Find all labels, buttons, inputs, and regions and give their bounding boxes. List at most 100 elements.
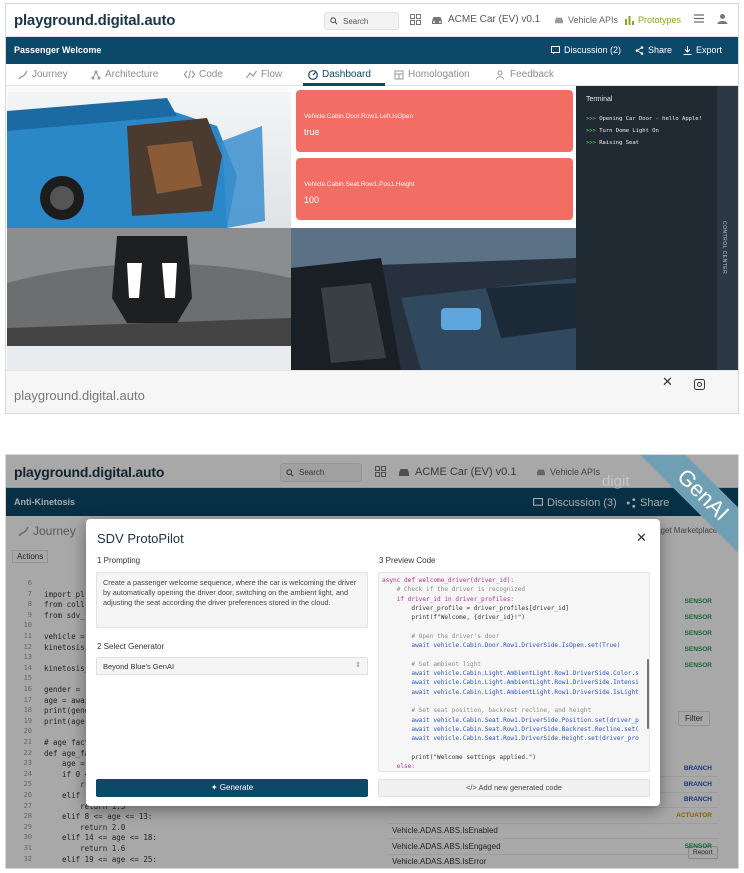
- tab-feedback[interactable]: Feedback: [496, 69, 554, 80]
- search-icon: [330, 17, 338, 25]
- car-icon: [431, 15, 443, 25]
- step-prompting-label: 1 Prompting: [97, 556, 141, 565]
- terminal-panel: Terminal >>> Opening Car Door - hello Ap…: [576, 86, 717, 370]
- dome-light-image: [7, 228, 291, 370]
- preview-code-line: # Set ambient light: [382, 660, 482, 668]
- signal-api-name: Vehicle.Cabin.Seat.Row1.Pos1.Height: [304, 181, 415, 188]
- tab-flow[interactable]: Flow: [246, 69, 282, 80]
- generate-button[interactable]: ✦ Generate: [96, 779, 368, 797]
- api-type-badge: BRANCH: [683, 780, 712, 788]
- api-type-badge: SENSOR: [684, 630, 712, 637]
- flow-icon: [246, 70, 257, 79]
- api-name: Vehicle.ADAS.ABS.IsError: [392, 857, 487, 866]
- architecture-icon: [91, 70, 101, 80]
- signal-value: 100: [304, 195, 320, 205]
- prototype-header: Passenger Welcome Discussion (2) Share E…: [6, 37, 738, 64]
- widget-settings-icon[interactable]: [694, 377, 705, 395]
- api-type-badge: SENSOR: [684, 662, 712, 669]
- api-type-badge: SENSOR: [684, 614, 712, 621]
- control-center-toggle[interactable]: CONTROL CENTER: [717, 86, 738, 370]
- api-row[interactable]: ACTUATOR: [388, 808, 718, 824]
- share-button[interactable]: Share: [635, 45, 672, 55]
- chat-icon: [551, 45, 560, 55]
- api-row[interactable]: Vehicle.ADAS.ABS.IsEnabled: [388, 823, 718, 839]
- sparkle-icon: ✦: [210, 783, 218, 792]
- scrollbar[interactable]: [647, 659, 649, 729]
- protopilot-screen: playground.digital.auto Search ACME Car …: [5, 454, 739, 869]
- api-type-badge: BRANCH: [683, 796, 712, 803]
- preview-code-line: # Open the driver's door: [382, 632, 500, 640]
- dashboard-footer: playground.digital.auto ✕: [6, 370, 738, 413]
- prototypes-link[interactable]: Prototypes: [625, 15, 681, 25]
- preview-code-line: # Check if the driver is recognized: [382, 586, 526, 594]
- tab-homologation[interactable]: Homologation: [394, 69, 470, 80]
- tab-code[interactable]: Code: [184, 69, 223, 80]
- download-icon: [683, 45, 692, 55]
- preview-code-line: await vehicle.Cabin.Light.AmbientLight.R…: [382, 670, 639, 677]
- homologation-icon: [394, 70, 404, 80]
- step-preview-label: 3 Preview Code: [379, 556, 436, 565]
- tab-journey[interactable]: Journey: [18, 69, 68, 80]
- preview-code-line: await vehicle.Cabin.Door.Row1.DriverSide…: [382, 642, 621, 650]
- share-icon: [635, 45, 644, 55]
- preview-code-line: print("Welcome settings applied."): [382, 753, 537, 761]
- discussion-button[interactable]: Discussion (2): [551, 45, 621, 55]
- brand-logo[interactable]: playground.digital.auto: [14, 12, 175, 29]
- close-icon[interactable]: ✕: [662, 374, 673, 390]
- preview-code-line: if driver_id in driver_profiles:: [382, 595, 515, 603]
- active-tab-indicator: [303, 83, 385, 86]
- car-exterior-image: [7, 86, 291, 228]
- chevron-updown-icon: ⇕: [355, 662, 361, 669]
- prompt-textarea[interactable]: Create a passenger welcome sequence, whe…: [96, 572, 368, 628]
- preview-code-line: await vehicle.Cabin.Light.AmbientLight.R…: [382, 688, 639, 696]
- signal-value: true: [304, 127, 320, 137]
- terminal-title: Terminal: [586, 96, 613, 103]
- tab-architecture[interactable]: Architecture: [91, 69, 158, 80]
- terminal-line: >>> Turn Dome Light On: [586, 128, 659, 134]
- generator-select[interactable]: Beyond Blue's GenAI ⇕: [96, 657, 368, 675]
- signal-card-seat-height: Vehicle.Cabin.Seat.Row1.Pos1.Height 100: [296, 158, 573, 220]
- watermark: digit: [602, 473, 630, 490]
- grid-icon[interactable]: [410, 14, 421, 25]
- preview-code-box[interactable]: async def welcome_driver(driver_id): # C…: [378, 572, 650, 772]
- car-model-selector[interactable]: ACME Car (EV) v0.1: [431, 14, 540, 25]
- api-type-badge: ACTUATOR: [676, 811, 712, 819]
- car-icon: [554, 16, 564, 24]
- api-name: Vehicle.ADAS.ABS.IsEngaged: [392, 841, 501, 851]
- export-button[interactable]: Export: [683, 45, 722, 55]
- api-row[interactable]: Vehicle.ADAS.ABS.IsError: [388, 854, 718, 868]
- preview-code-line: print(f"Welcome, {driver_id}!"): [382, 614, 526, 622]
- car-interior-image: [291, 228, 576, 370]
- user-icon[interactable]: [717, 13, 728, 24]
- preview-code-line: await vehicle.Cabin.Seat.Row1.DriverSide…: [382, 725, 639, 733]
- step-generator-label: 2 Select Generator: [97, 642, 165, 651]
- signal-api-name: Vehicle.Cabin.Door.Row1.Left.IsOpen: [304, 113, 414, 120]
- api-type-badge: SENSOR: [684, 646, 712, 653]
- preview-code-line: await vehicle.Cabin.Seat.Row1.DriverSide…: [382, 716, 639, 724]
- dashboard-icon: [308, 69, 318, 80]
- search-input[interactable]: Search: [324, 12, 399, 30]
- journey-icon: [18, 70, 28, 80]
- preview-code-line: else:: [382, 763, 416, 770]
- signal-card-door-open: Vehicle.Cabin.Door.Row1.Left.IsOpen true: [296, 90, 573, 152]
- add-generated-code-button[interactable]: </> Add new generated code: [378, 779, 650, 797]
- vehicle-apis-link[interactable]: Vehicle APIs: [554, 15, 618, 25]
- prototypes-icon: [625, 15, 634, 25]
- menu-icon[interactable]: [694, 14, 704, 23]
- close-icon[interactable]: ✕: [636, 530, 647, 546]
- code-icon: </>: [466, 783, 477, 792]
- feedback-icon: [496, 70, 506, 80]
- terminal-line: >>> Raising Seat: [586, 140, 639, 146]
- api-row[interactable]: Vehicle.ADAS.ABS.IsEngaged SENSOR: [388, 839, 718, 855]
- preview-code-line: async def welcome_driver(driver_id):: [382, 577, 515, 584]
- preview-code-line: # Set seat position, backrest recline, a…: [382, 707, 592, 715]
- footer-brand: playground.digital.auto: [14, 388, 145, 403]
- code-icon: [184, 70, 195, 79]
- prototype-dashboard-screen: playground.digital.auto Search ACME Car …: [5, 3, 739, 414]
- preview-code-line: await vehicle.Cabin.Light.AmbientLight.R…: [382, 679, 639, 687]
- tab-dashboard[interactable]: Dashboard: [308, 69, 371, 80]
- modal-title: SDV ProtoPilot: [97, 531, 184, 546]
- prototype-tabs: Journey Architecture Code Flow Dashboard…: [6, 64, 738, 86]
- api-type-badge: SENSOR: [684, 598, 712, 605]
- prototype-title: Passenger Welcome: [14, 45, 102, 55]
